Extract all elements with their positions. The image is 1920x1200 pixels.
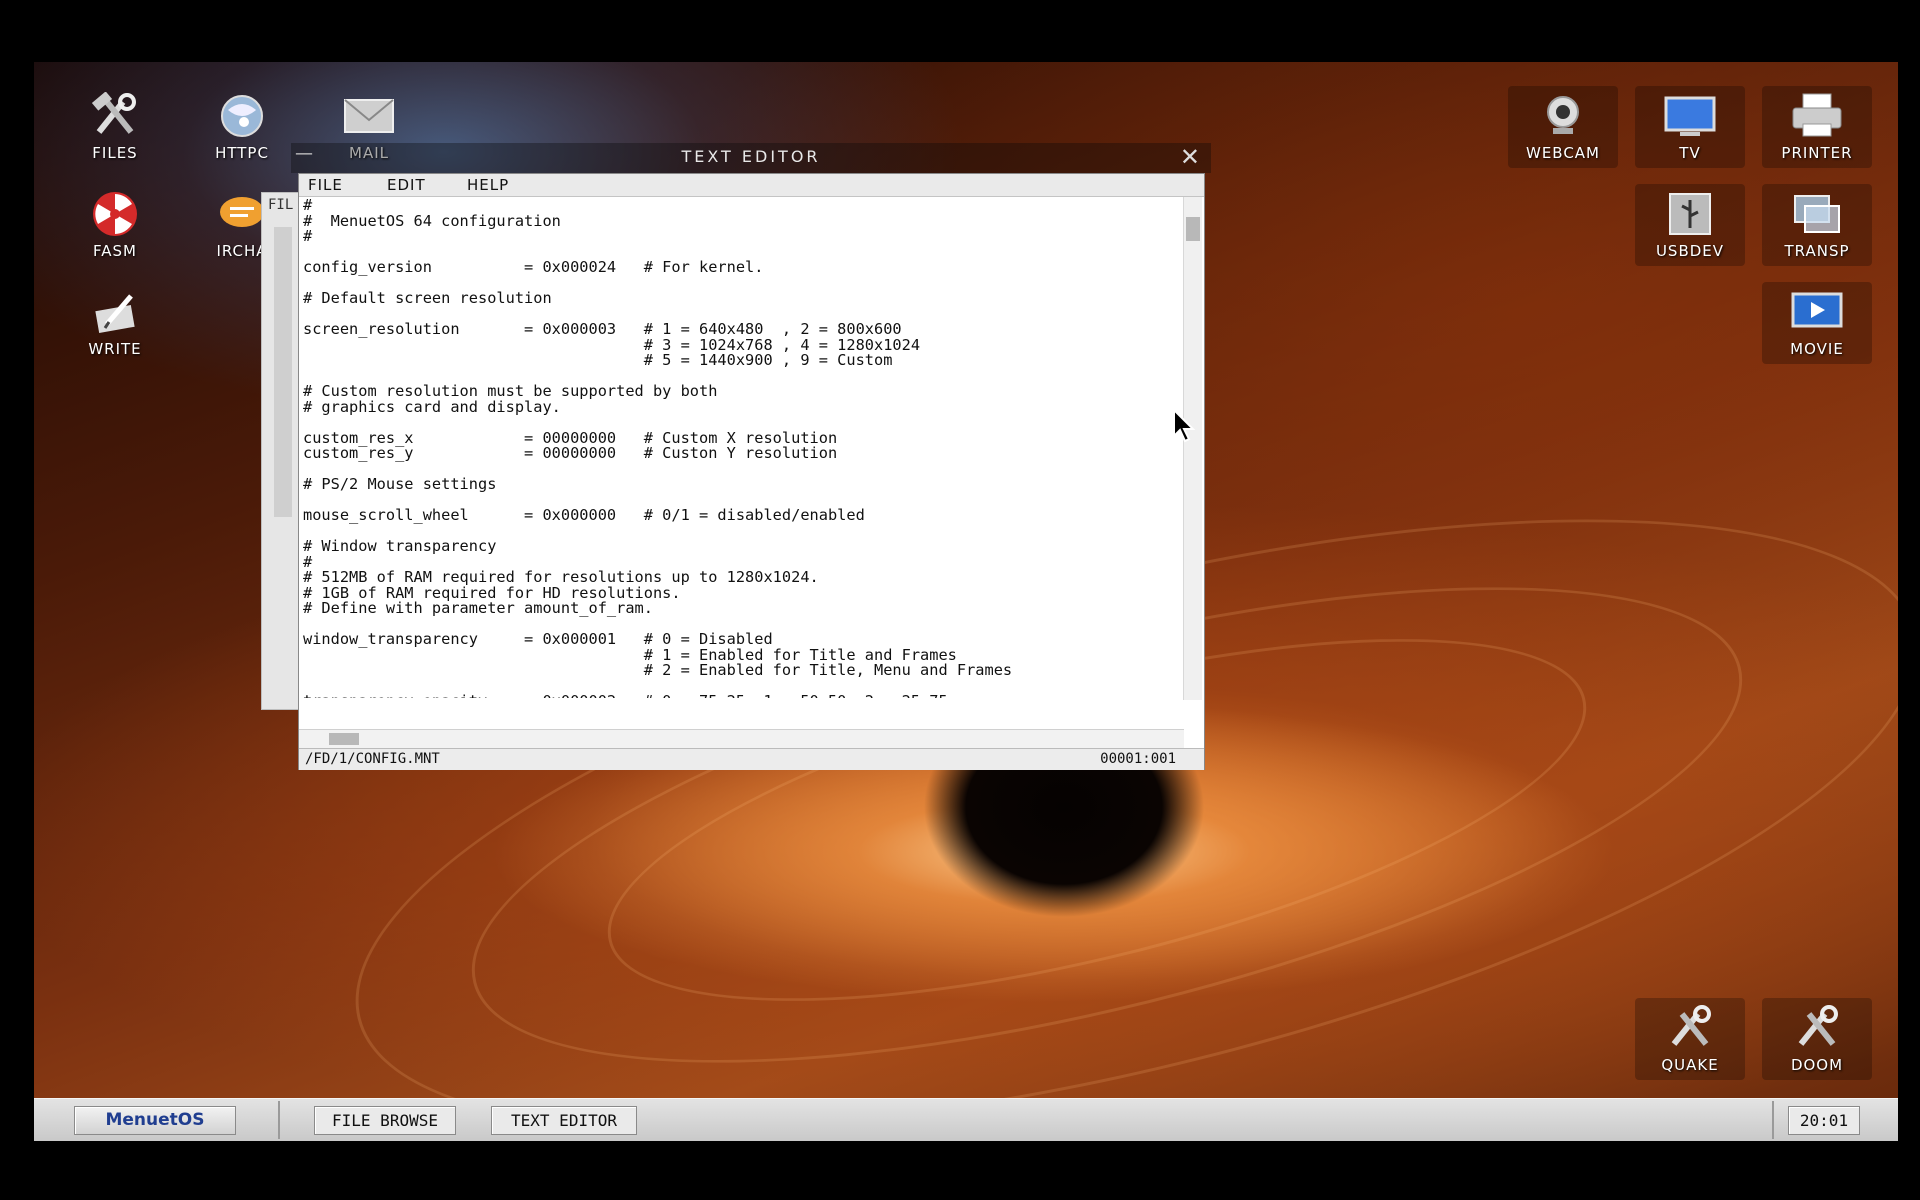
horizontal-scroll-thumb[interactable] — [329, 733, 359, 745]
desktop-icon-tv[interactable]: TV — [1635, 86, 1745, 168]
desktop-icon-doom[interactable]: DOOM — [1762, 998, 1872, 1080]
tv-icon — [1662, 92, 1718, 140]
tools-icon — [1662, 1004, 1718, 1052]
editor-line: # graphics card and display. — [303, 397, 561, 416]
desktop-icon-httpc[interactable]: HTTPC — [187, 92, 297, 162]
pen-icon — [87, 288, 143, 336]
desktop-icon-label: WEBCAM — [1525, 144, 1600, 162]
taskbar: MenuetOS FILE BROWSE TEXT EDITOR 20:01 — [34, 1098, 1898, 1141]
usb-icon — [1662, 190, 1718, 238]
status-bar: /FD/1/CONFIG.MNT 00001:001 — [299, 748, 1204, 770]
editor-line: # — [303, 227, 313, 245]
desktop-icon-label: HTTPC — [215, 144, 269, 162]
mouse-cursor-icon — [1173, 408, 1196, 443]
taskbar-divider — [1772, 1101, 1774, 1139]
window-title: TEXT EDITOR — [681, 147, 821, 166]
text-editor-titlebar[interactable]: — TEXT EDITOR ✕ — [291, 143, 1211, 173]
start-button[interactable]: MenuetOS — [74, 1106, 236, 1135]
file-browser-window[interactable]: FIL — [261, 192, 303, 710]
file-browser-title: FIL — [268, 197, 294, 213]
desktop-icon-label: QUAKE — [1661, 1056, 1719, 1074]
taskbar-file-browse[interactable]: FILE BROWSE — [314, 1106, 456, 1135]
editor-line: mouse_scroll_wheel = 0x000000 # 0/1 = di… — [303, 506, 865, 524]
editor-line: custom_res_y = 00000000 # Custon Y resol… — [303, 444, 838, 462]
desktop-icon-label: TV — [1679, 144, 1701, 162]
close-icon[interactable]: ✕ — [1180, 143, 1203, 171]
desktop-icon-label: MOVIE — [1790, 340, 1844, 358]
radiation-icon — [87, 190, 143, 238]
desktop-icon-movie[interactable]: MOVIE — [1762, 282, 1872, 364]
clock: 20:01 — [1788, 1106, 1860, 1135]
editor-line: # MenuetOS 64 configuration — [303, 211, 561, 230]
editor-line: config_version = 0x000024 # For kernel. — [303, 258, 764, 276]
vertical-scrollbar[interactable] — [1183, 197, 1202, 700]
menu-help[interactable]: HELP — [467, 176, 509, 194]
desktop-icon-label: FILES — [92, 144, 138, 162]
desktop-icon-usbdev[interactable]: USBDEV — [1635, 184, 1745, 266]
text-editor-window: FILE EDIT HELP # # MenuetOS 64 configurat… — [298, 173, 1205, 770]
globe-icon — [214, 92, 270, 140]
desktop-icon-transp[interactable]: TRANSP — [1762, 184, 1872, 266]
desktop-icon-fasm[interactable]: FASM — [60, 190, 170, 260]
menu-bar: FILE EDIT HELP — [299, 174, 1204, 197]
editor-line: # PS/2 Mouse settings — [303, 475, 497, 493]
file-path: /FD/1/CONFIG.MNT — [305, 751, 440, 767]
file-browser-scrollbar[interactable] — [274, 227, 292, 517]
editor-line: # Define with parameter amount_of_ram. — [303, 599, 653, 617]
desktop-icon-label: USBDEV — [1655, 242, 1725, 260]
desktop-icon-printer[interactable]: PRINTER — [1762, 86, 1872, 168]
desktop-icon-label: WRITE — [88, 340, 142, 358]
menu-file[interactable]: FILE — [308, 176, 343, 194]
taskbar-text-editor[interactable]: TEXT EDITOR — [491, 1106, 637, 1135]
desktop-icon-label: FASM — [93, 242, 137, 260]
editor-line: # 5 = 1440x900 , 9 = Custom — [303, 351, 893, 369]
desktop-icon-webcam[interactable]: WEBCAM — [1508, 86, 1618, 168]
editor-line: # 2 = Enabled for Title, Menu and Frames — [303, 661, 1013, 679]
mail-icon — [341, 92, 397, 140]
editor-line: transparency_opacity = 0x000002 # 0 = 75… — [303, 693, 1183, 698]
desktop-icon-files[interactable]: FILES — [60, 91, 170, 162]
desktop-icon-label: TRANSP — [1784, 242, 1850, 260]
editor-text-area[interactable]: # # MenuetOS 64 configuration # config_ver… — [303, 198, 1183, 698]
desktop-icon-label: PRINTER — [1781, 144, 1853, 162]
printer-icon — [1789, 92, 1845, 140]
horizontal-scrollbar[interactable] — [299, 729, 1184, 748]
desktop-icon-write[interactable]: WRITE — [60, 288, 170, 358]
tools-icon — [1789, 1004, 1845, 1052]
taskbar-divider — [278, 1101, 280, 1139]
menu-edit[interactable]: EDIT — [387, 176, 426, 194]
editor-line: # Default screen resolution — [303, 289, 552, 307]
vertical-scroll-thumb[interactable] — [1186, 217, 1200, 241]
movie-icon — [1789, 288, 1845, 336]
desktop-icon-label: DOOM — [1790, 1056, 1844, 1074]
tools-icon — [87, 91, 143, 140]
desktop-icon-quake[interactable]: QUAKE — [1635, 998, 1745, 1080]
transparency-icon — [1789, 190, 1845, 238]
editor-line: # Window transparency — [303, 537, 497, 555]
webcam-icon — [1535, 92, 1591, 140]
cursor-position: 00001:001 — [1100, 751, 1176, 767]
